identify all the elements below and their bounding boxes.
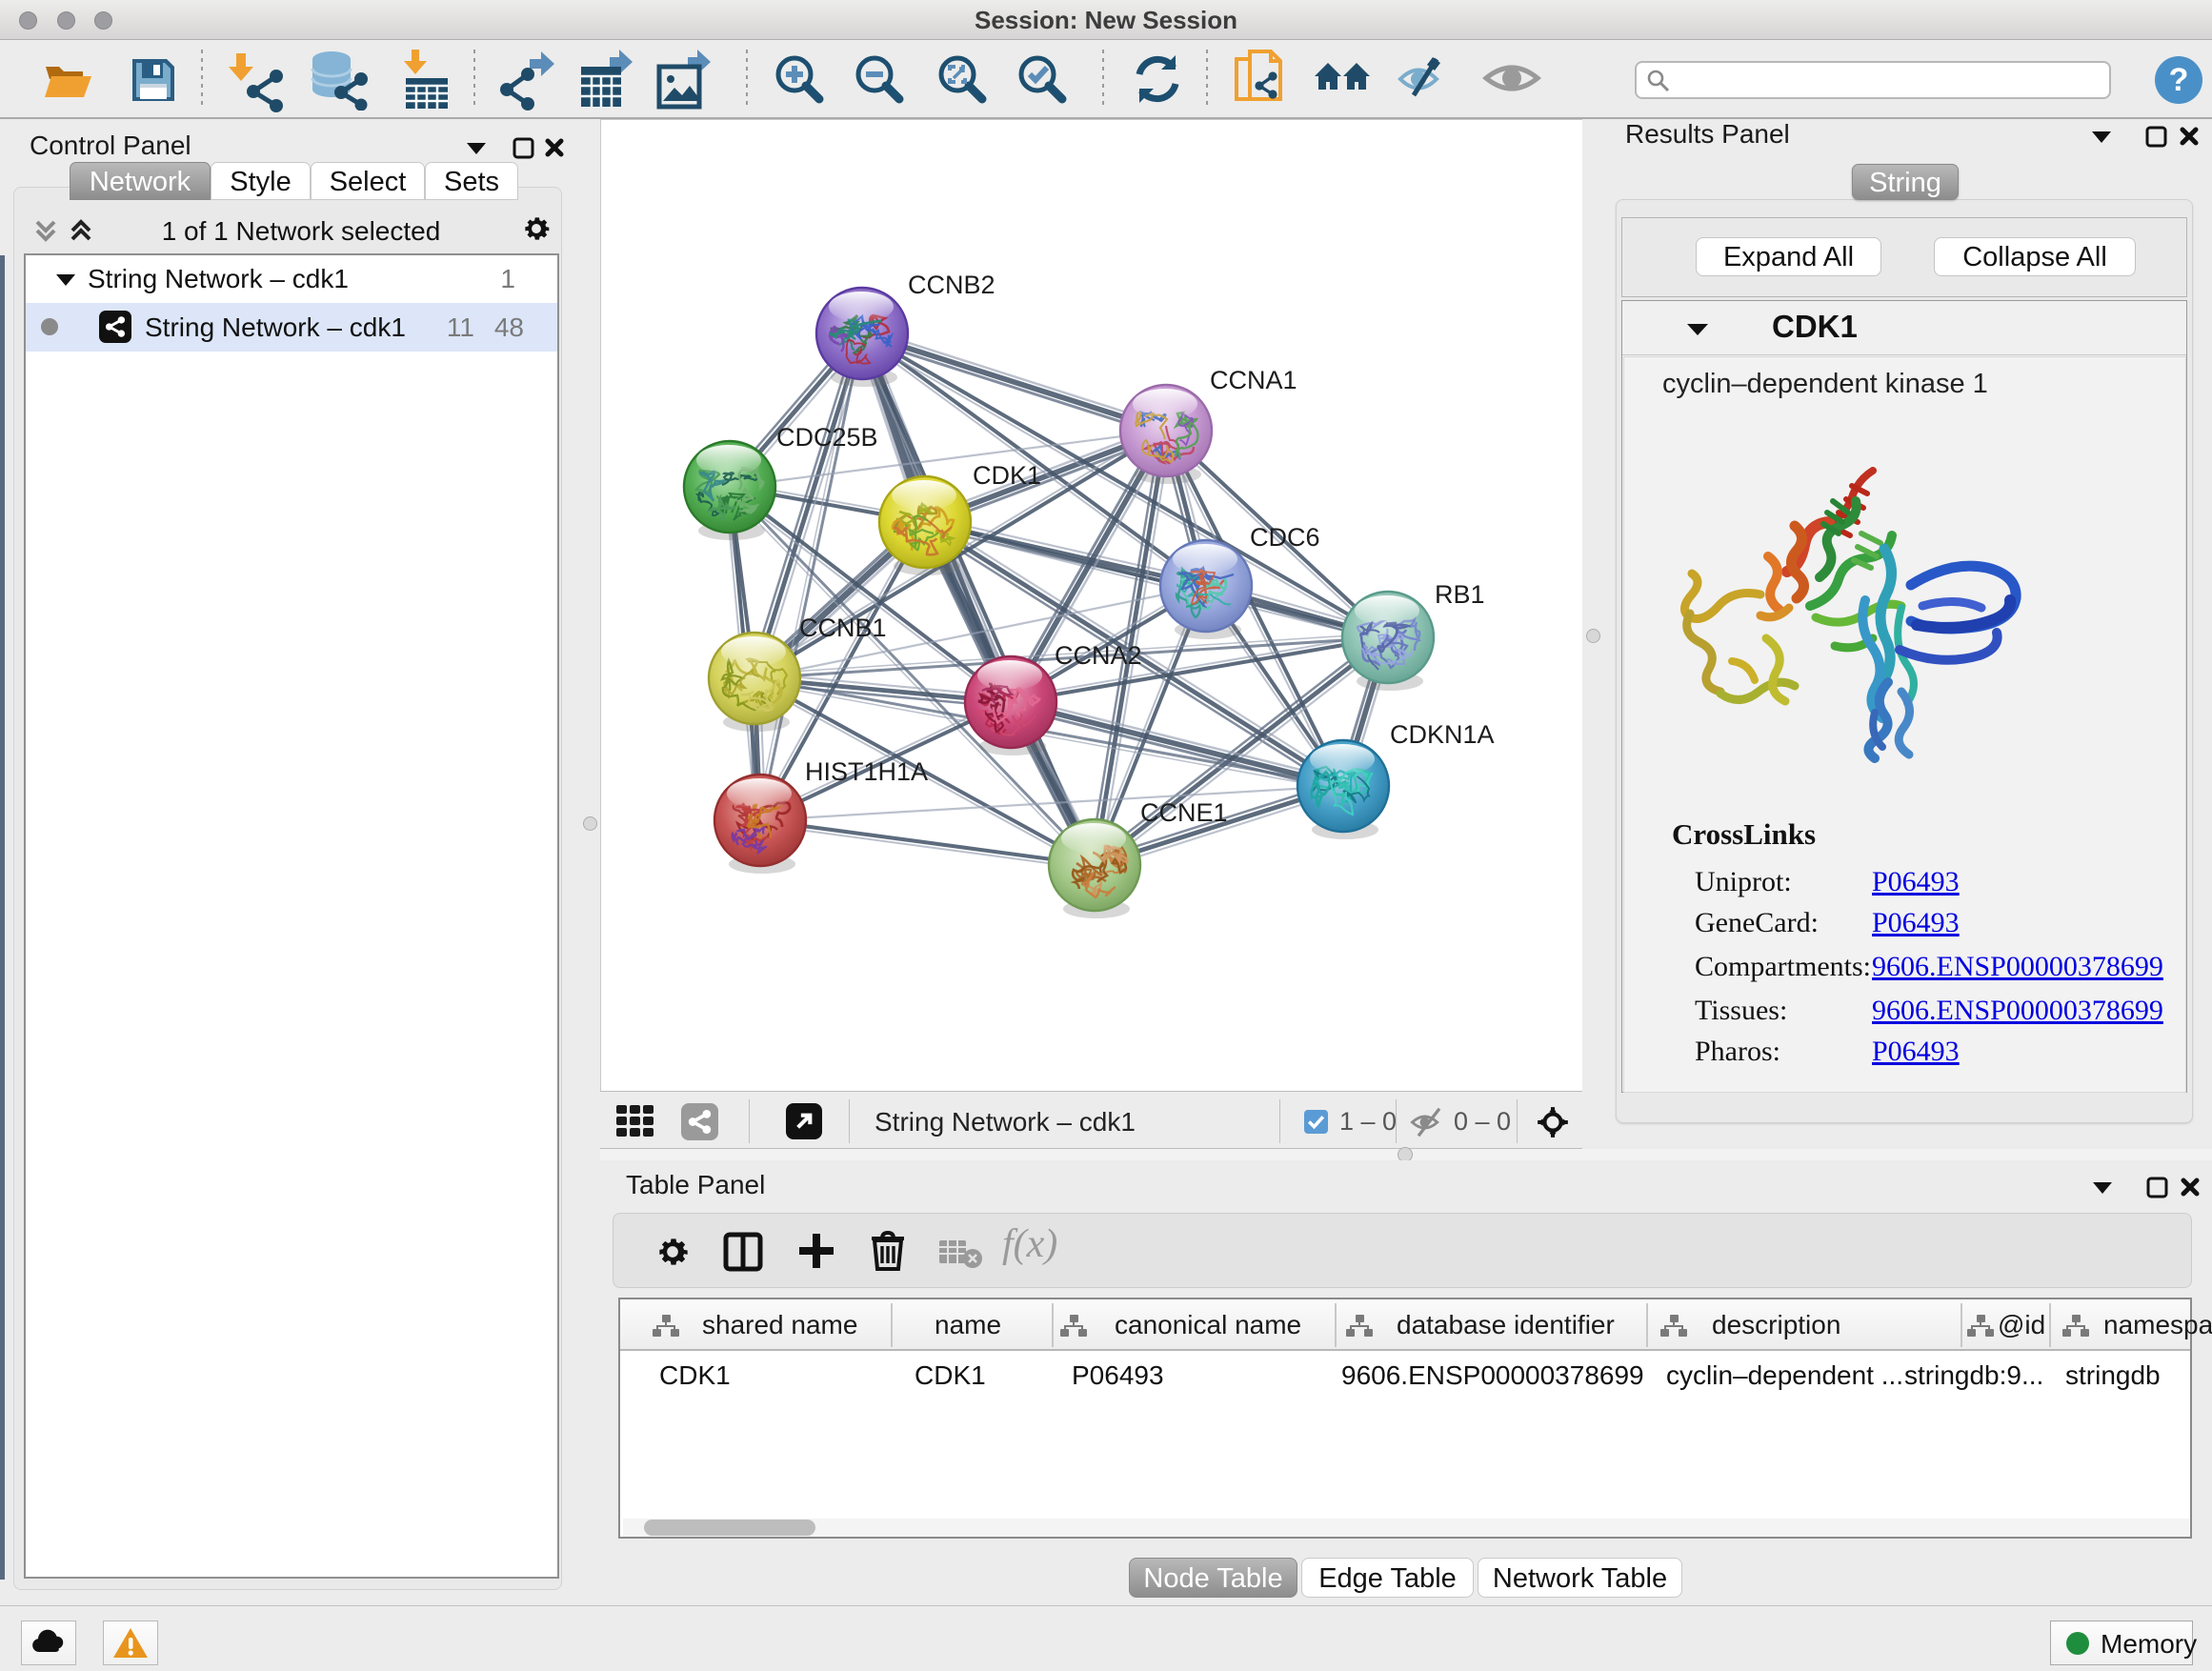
svg-text:RB1: RB1 <box>1435 580 1485 609</box>
svg-text:CCNA2: CCNA2 <box>1055 641 1142 670</box>
svg-text:HIST1H1A: HIST1H1A <box>805 757 928 786</box>
svg-text:CDC25B: CDC25B <box>776 423 878 452</box>
svg-text:CCNB1: CCNB1 <box>799 614 887 642</box>
svg-text:CDC6: CDC6 <box>1250 523 1320 552</box>
svg-text:CCNB2: CCNB2 <box>908 271 995 299</box>
svg-text:CDK1: CDK1 <box>973 461 1041 490</box>
svg-text:CDKN1A: CDKN1A <box>1390 720 1495 749</box>
svg-text:CCNE1: CCNE1 <box>1140 798 1228 827</box>
svg-text:CCNA1: CCNA1 <box>1210 366 1297 394</box>
